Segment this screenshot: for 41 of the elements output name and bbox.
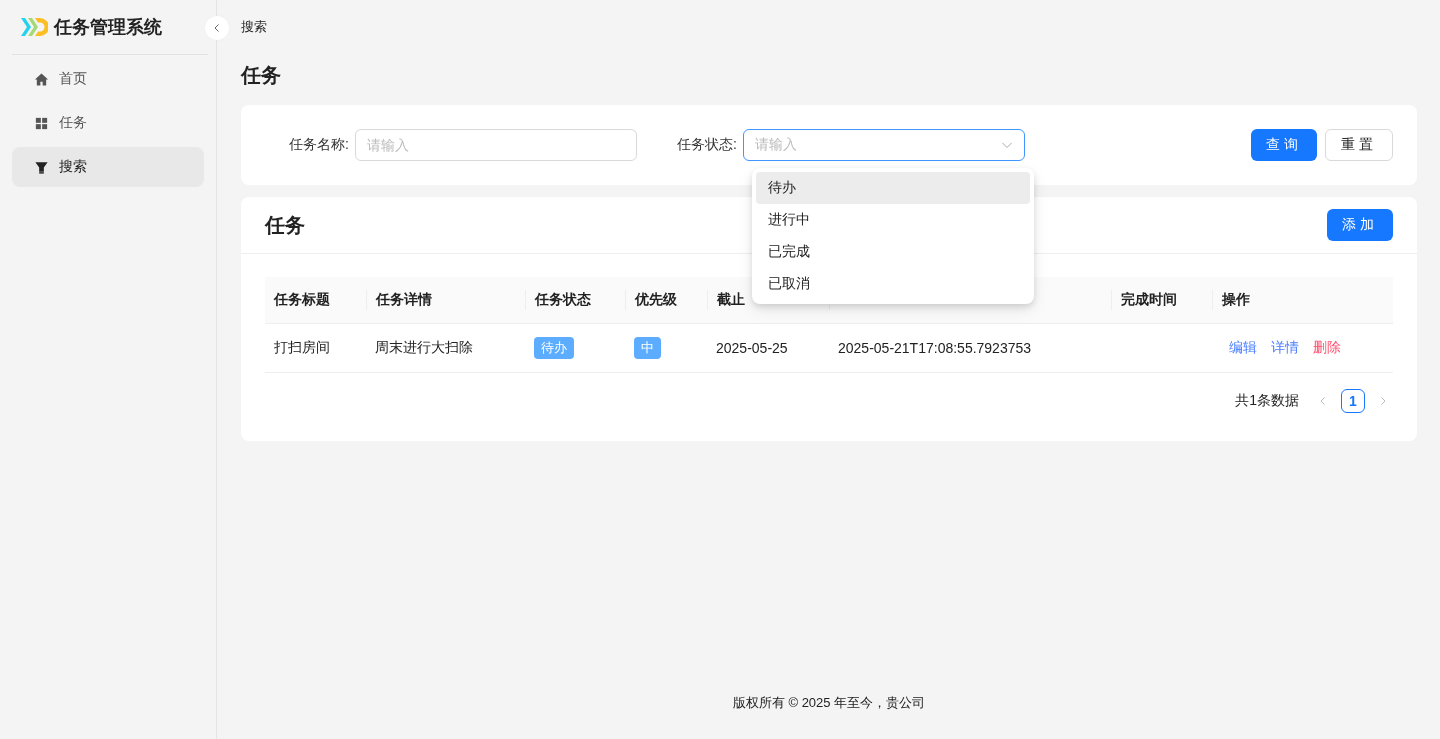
field-label: 任务名称: [289,136,349,154]
breadcrumb[interactable]: 搜索 [241,18,267,36]
column-header: 完成时间 [1111,290,1212,310]
status-tag: 待办 [534,337,574,359]
search-button[interactable]: 查询 [1251,129,1317,161]
column-header: 任务状态 [525,290,625,310]
sidebar-item[interactable]: 首页 [12,59,204,99]
column-header: 任务标题 [272,290,331,309]
home-icon [34,71,49,87]
table-cell-text: 2025-05-21T17:08:55.7923753 [837,339,1033,358]
column-header: 任务详情 [366,290,525,310]
funnel-icon [34,159,49,175]
chevron-right-icon [1378,396,1388,406]
table-cell-text: 周末进行大扫除 [374,338,474,357]
footer-text: 版权所有 © 2025 年至今，贵公司 [732,694,926,712]
chevron-left-icon [1318,396,1328,406]
total-count: 共1条数据 [1235,392,1299,410]
sidebar-item[interactable]: 任务 [12,103,204,143]
table-cell-text: 打扫房间 [273,338,331,357]
field-label: 任务状态: [676,136,737,154]
action-link[interactable]: 编辑 [1229,339,1257,357]
action-link[interactable]: 详情 [1271,339,1299,357]
page-title: 任务 [241,63,281,88]
add-button[interactable]: 添加 [1327,209,1393,241]
priority-tag: 中 [634,337,661,359]
sidebar-item[interactable]: 搜索 [12,147,204,187]
collapse-button[interactable] [205,16,229,40]
dropdown-option[interactable]: 待办 [755,172,1030,204]
table-cell-text: 2025-05-25 [715,339,789,358]
page-button[interactable]: 1 [1341,389,1365,413]
reset-button[interactable]: 重置 [1325,129,1393,161]
logo-icon [20,17,48,37]
grid-icon [34,115,49,131]
column-header: 优先级 [625,290,707,310]
column-header: 操作 [1212,290,1393,310]
dropdown-option[interactable]: 进行中 [755,204,1030,236]
chevron-left-icon [212,23,222,33]
app-title: 任务管理系统 [54,16,162,39]
card-title: 任务 [265,212,305,238]
input-field[interactable]: 请输入 [354,129,637,161]
dropdown-option[interactable]: 已完成 [755,236,1030,268]
